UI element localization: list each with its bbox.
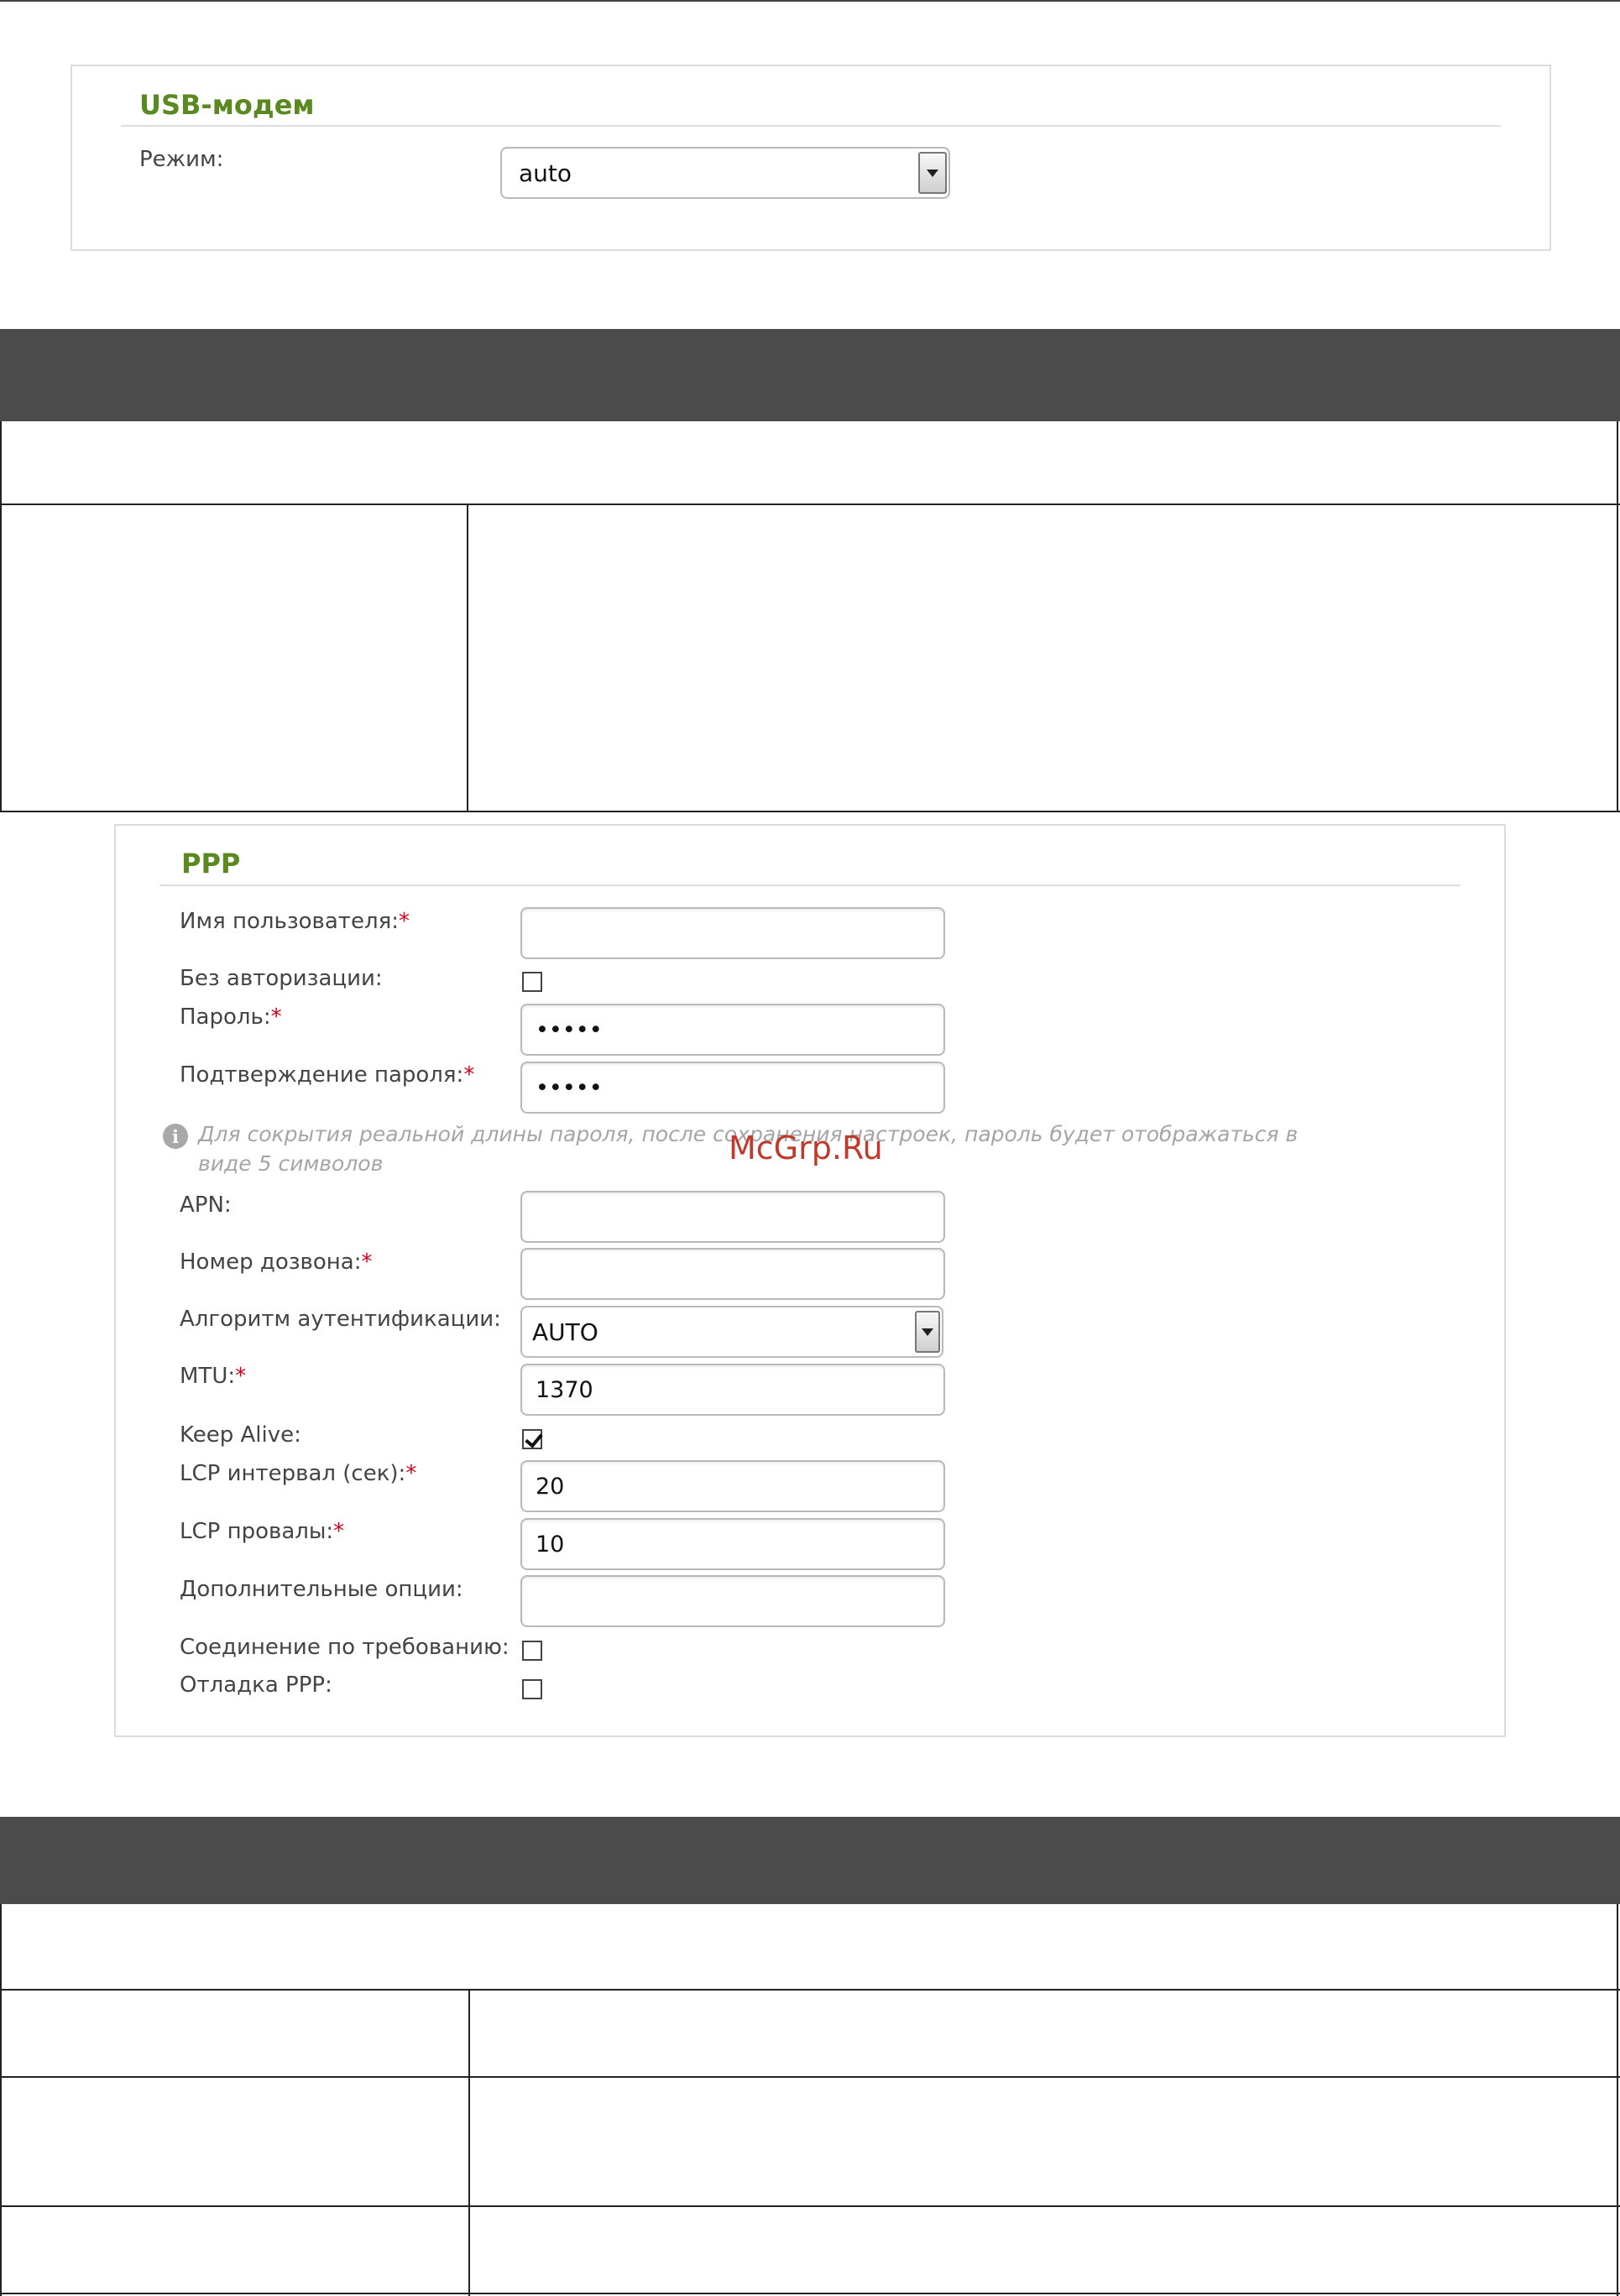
top-rule (0, 0, 1620, 2)
password-confirm-label: Подтверждение пароля:* (180, 1062, 475, 1088)
table2-border-right (1617, 1904, 1618, 2296)
lcp-failures-label: LCP провалы:* (180, 1519, 345, 1544)
no-auth-label: Без авторизации: (180, 966, 383, 991)
extra-options-label: Дополнительные опции: (180, 1577, 463, 1602)
table1-header (0, 329, 1620, 421)
table2-row-line-2 (0, 2076, 1620, 2078)
password-confirm-input[interactable]: ••••• (520, 1062, 945, 1114)
table2-header (0, 1817, 1620, 1904)
auth-algorithm-value: AUTO (532, 1318, 598, 1346)
ppp-debug-label: Отладка PPP: (180, 1672, 332, 1698)
mode-label: Режим: (139, 147, 224, 172)
lcp-interval-label: LCP интервал (сек):* (180, 1461, 417, 1486)
chevron-down-icon[interactable] (918, 152, 947, 194)
on-demand-checkbox[interactable] (522, 1641, 542, 1661)
extra-options-input[interactable] (520, 1575, 945, 1627)
ppp-divider (159, 884, 1461, 886)
auth-algorithm-label: Алгоритм аутентификации: (180, 1307, 501, 1332)
password-label: Пароль:* (180, 1004, 282, 1030)
watermark-text: McGrp.Ru (729, 1130, 883, 1166)
ppp-title: PPP (181, 848, 241, 879)
table1-border-right (1617, 421, 1618, 812)
mtu-label: MTU:* (180, 1364, 247, 1389)
username-label: Имя пользователя:* (180, 909, 410, 934)
dial-number-input[interactable] (520, 1248, 945, 1300)
mode-select-value: auto (519, 159, 572, 187)
username-input[interactable] (520, 907, 945, 959)
usb-modem-title: USB-модем (139, 89, 315, 121)
table2-row-line-3 (0, 2205, 1620, 2207)
mtu-input[interactable]: 1370 (520, 1364, 945, 1416)
password-input[interactable]: ••••• (520, 1004, 945, 1056)
auth-algorithm-select[interactable]: AUTO (520, 1306, 943, 1358)
ppp-debug-checkbox[interactable] (522, 1679, 542, 1699)
password-hint-line2: виде 5 символов (198, 1151, 384, 1176)
keep-alive-label: Keep Alive: (180, 1422, 301, 1448)
chevron-down-icon[interactable] (915, 1311, 940, 1353)
info-icon: i (163, 1124, 188, 1149)
lcp-failures-input[interactable]: 10 (520, 1518, 945, 1570)
on-demand-label: Соединение по требованию: (180, 1635, 510, 1660)
mode-select[interactable]: auto (500, 147, 950, 199)
lcp-interval-input[interactable]: 20 (520, 1460, 945, 1512)
table2-column-line (468, 1989, 470, 2296)
dial-number-label: Номер дозвона:* (180, 1250, 373, 1275)
table2-border-left (0, 1904, 2, 2296)
apn-input[interactable] (520, 1191, 945, 1243)
apn-label: APN: (180, 1192, 232, 1218)
table2-bottom-line (0, 2293, 1620, 2294)
no-auth-checkbox[interactable] (522, 972, 542, 992)
usb-modem-divider (121, 125, 1501, 127)
table1-column-line (467, 504, 468, 812)
table1-border-left (0, 421, 2, 812)
table1-bottom-line (0, 811, 1620, 812)
table2-row-line-1 (0, 1989, 1620, 1991)
table1-row-line (0, 504, 1620, 505)
keep-alive-checkbox[interactable] (522, 1429, 542, 1449)
